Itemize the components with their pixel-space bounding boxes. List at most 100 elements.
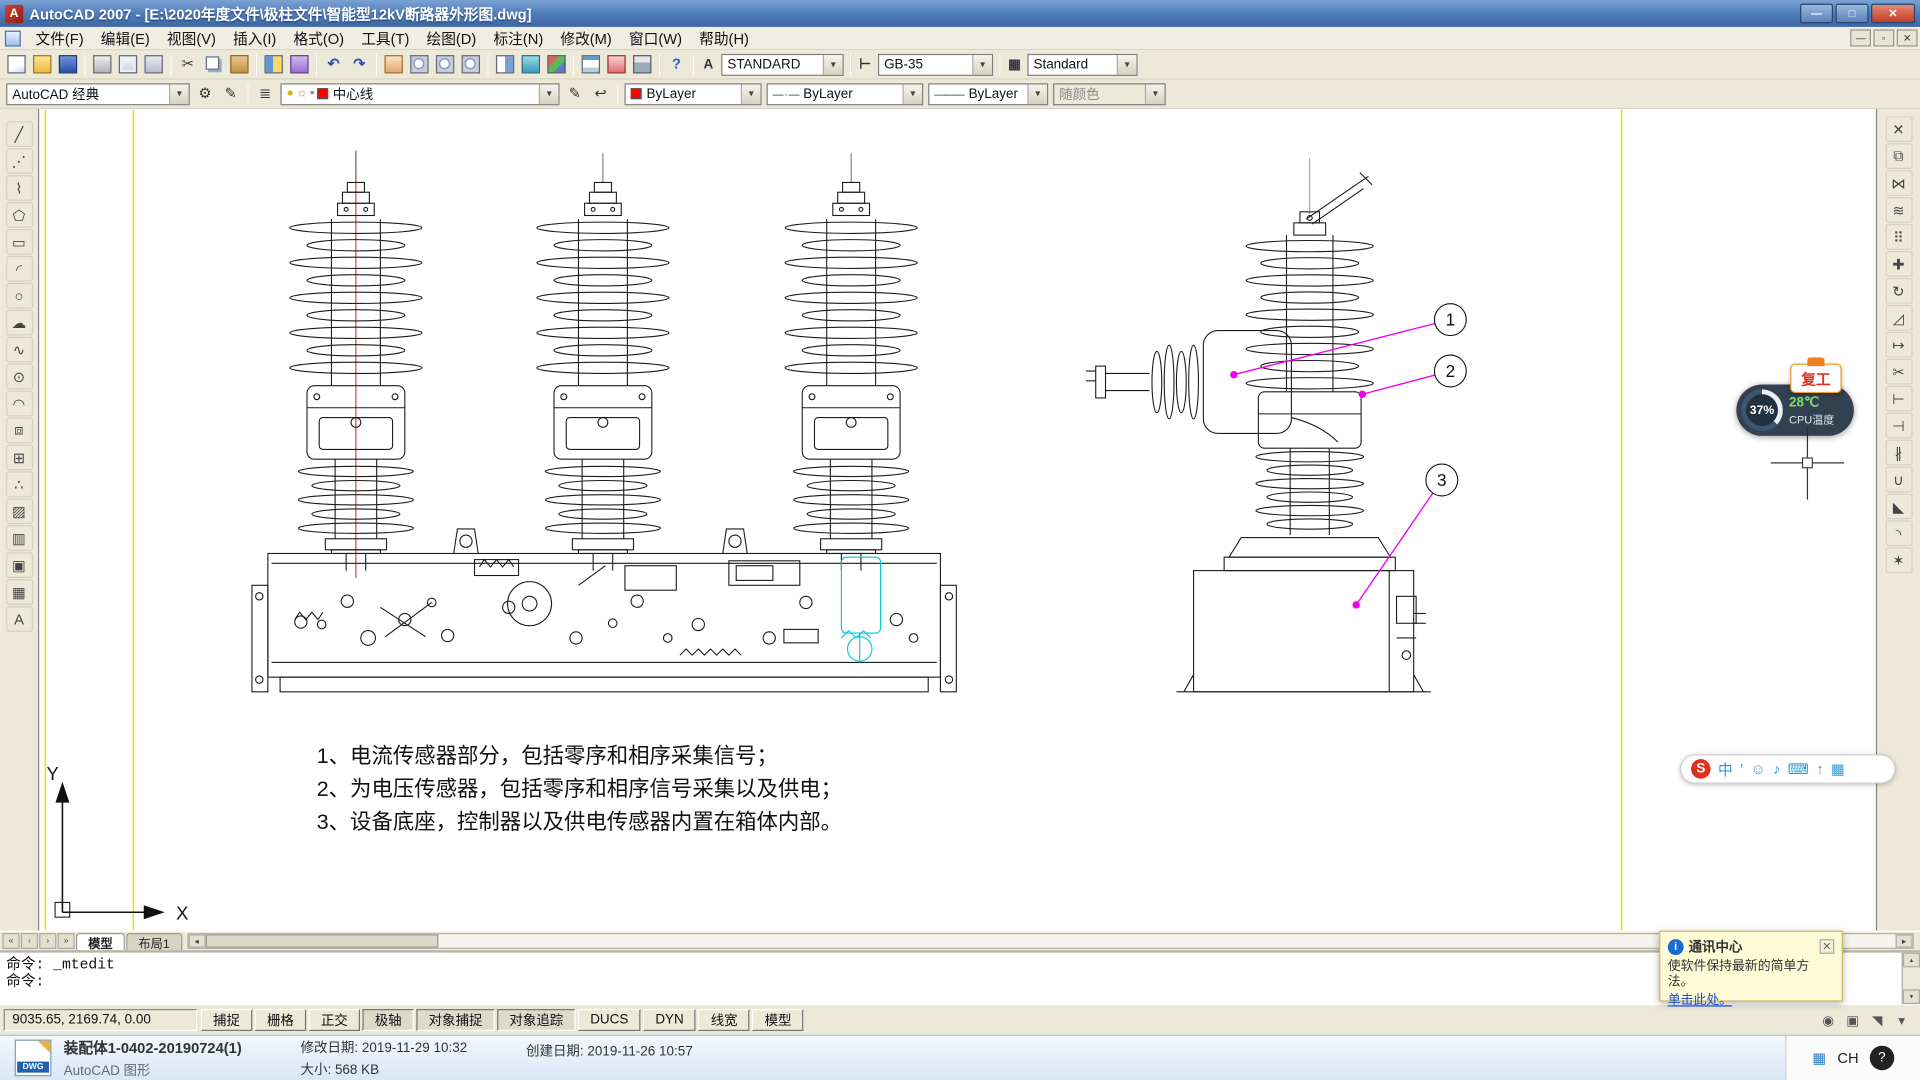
insert-block-tool[interactable]: ⧈ bbox=[6, 418, 33, 444]
mdi-minimize-button[interactable]: — bbox=[1850, 29, 1871, 46]
scroll-up-icon[interactable]: ▴ bbox=[1903, 953, 1920, 968]
explode-tool[interactable]: ✶ bbox=[1885, 547, 1912, 573]
hatch-tool[interactable]: ▨ bbox=[6, 498, 33, 524]
menu-item-5[interactable]: 格式(O) bbox=[285, 25, 353, 51]
ellipse-tool[interactable]: ⊙ bbox=[6, 364, 33, 390]
save-button[interactable] bbox=[55, 51, 81, 77]
scrollbar-thumb[interactable] bbox=[205, 934, 438, 947]
table-style-combo[interactable]: Standard bbox=[1027, 53, 1137, 75]
fugong-badge[interactable]: 复工 bbox=[1790, 364, 1841, 393]
undo-button[interactable]: ↶ bbox=[321, 51, 347, 77]
layer-properties-button[interactable]: ≣ bbox=[252, 81, 278, 107]
menu-item-11[interactable]: 帮助(H) bbox=[691, 25, 758, 51]
sogou-logo-icon[interactable]: S bbox=[1691, 759, 1711, 779]
status-toggle-7[interactable]: DUCS bbox=[578, 1009, 641, 1031]
command-line-2[interactable]: 命令: bbox=[6, 973, 1914, 990]
scale-tool[interactable]: ◿ bbox=[1885, 305, 1912, 331]
workspace-save-button[interactable]: ✎ bbox=[218, 81, 244, 107]
layer-previous-button[interactable]: ↩ bbox=[588, 81, 614, 107]
status-toggle-5[interactable]: 对象捕捉 bbox=[416, 1009, 494, 1031]
break-at-point-tool[interactable]: ⊣ bbox=[1885, 413, 1912, 439]
menu-item-3[interactable]: 视图(V) bbox=[158, 25, 224, 51]
copy-tool[interactable]: ⧉ bbox=[1885, 143, 1912, 169]
comm-close-button[interactable]: ✕ bbox=[1820, 939, 1835, 954]
stretch-tool[interactable]: ↦ bbox=[1885, 332, 1912, 358]
linetype-combo[interactable]: — · — ByLayer bbox=[767, 83, 924, 105]
color-combo[interactable]: ByLayer bbox=[624, 83, 761, 105]
properties-button[interactable] bbox=[492, 51, 518, 77]
status-toggle-1[interactable]: 捕捉 bbox=[201, 1009, 252, 1031]
circle-tool[interactable]: ○ bbox=[6, 283, 33, 309]
scroll-right-icon[interactable]: ▸ bbox=[1896, 934, 1913, 947]
rectangle-tool[interactable]: ▭ bbox=[6, 229, 33, 255]
make-block-tool[interactable]: ⊞ bbox=[6, 444, 33, 470]
dim-style-combo[interactable]: GB-35 bbox=[878, 53, 993, 75]
sheetset-manager-button[interactable] bbox=[578, 51, 604, 77]
ime-skin-icon[interactable]: ↑ bbox=[1816, 760, 1823, 777]
ime-voice-icon[interactable]: ♪ bbox=[1773, 760, 1780, 777]
menu-item-4[interactable]: 插入(I) bbox=[224, 25, 284, 51]
polyline-tool[interactable]: ⌇ bbox=[6, 175, 33, 201]
redo-button[interactable]: ↷ bbox=[347, 51, 373, 77]
scroll-down-icon[interactable]: ▾ bbox=[1903, 989, 1920, 1004]
copy-button[interactable] bbox=[201, 51, 227, 77]
trim-tool[interactable]: ✂ bbox=[1885, 359, 1912, 385]
fillet-tool[interactable]: ◝ bbox=[1885, 520, 1912, 546]
spline-tool[interactable]: ∿ bbox=[6, 337, 33, 363]
help-button[interactable]: ? bbox=[664, 51, 690, 77]
comm-center-link[interactable]: 单击此处。 bbox=[1668, 993, 1732, 1008]
block-editor-button[interactable] bbox=[287, 51, 313, 77]
status-toggle-10[interactable]: 模型 bbox=[752, 1009, 803, 1031]
tool-palettes-button[interactable] bbox=[544, 51, 570, 77]
close-button[interactable]: ✕ bbox=[1871, 4, 1915, 24]
menu-item-10[interactable]: 窗口(W) bbox=[620, 25, 690, 51]
zoom-previous-button[interactable] bbox=[458, 51, 484, 77]
break-tool[interactable]: ∦ bbox=[1885, 440, 1912, 466]
menu-item-2[interactable]: 编辑(E) bbox=[92, 25, 158, 51]
markup-button[interactable] bbox=[604, 51, 630, 77]
plot-button[interactable] bbox=[89, 51, 115, 77]
tab-last-button[interactable]: » bbox=[58, 933, 75, 949]
menu-item-7[interactable]: 绘图(D) bbox=[418, 25, 485, 51]
erase-tool[interactable]: ✕ bbox=[1885, 116, 1912, 142]
array-tool[interactable]: ⠿ bbox=[1885, 224, 1912, 250]
ime-toolbar[interactable]: S 中’☺♪⌨↑▦ bbox=[1680, 754, 1896, 783]
language-indicator[interactable]: CH bbox=[1837, 1049, 1858, 1066]
clean-screen-icon[interactable]: ◥ bbox=[1867, 1012, 1887, 1028]
tray-help-icon[interactable]: ? bbox=[1870, 1046, 1894, 1070]
status-toggle-3[interactable]: 正交 bbox=[309, 1009, 360, 1031]
mdi-close-button[interactable]: ✕ bbox=[1897, 29, 1918, 46]
point-tool[interactable]: ∴ bbox=[6, 471, 33, 497]
status-menu-icon[interactable]: ▾ bbox=[1892, 1012, 1912, 1028]
quickcalc-button[interactable] bbox=[629, 51, 655, 77]
zoom-window-button[interactable] bbox=[432, 51, 458, 77]
ime-toolbox-icon[interactable]: ▦ bbox=[1831, 760, 1845, 777]
chamfer-tool[interactable]: ◣ bbox=[1885, 493, 1912, 519]
join-tool[interactable]: ∪ bbox=[1885, 467, 1912, 493]
tab-prev-button[interactable]: ‹ bbox=[21, 933, 38, 949]
match-properties-button[interactable] bbox=[261, 51, 287, 77]
ime-punctuation-icon[interactable]: ’ bbox=[1740, 760, 1743, 777]
lineweight-combo[interactable]: ——— ByLayer bbox=[928, 83, 1048, 105]
new-button[interactable] bbox=[4, 51, 30, 77]
toolbar-lock-icon[interactable]: ▣ bbox=[1843, 1012, 1863, 1028]
menu-item-8[interactable]: 标注(N) bbox=[485, 25, 552, 51]
workspace-settings-button[interactable]: ⚙ bbox=[192, 81, 218, 107]
ellipse-arc-tool[interactable]: ◠ bbox=[6, 391, 33, 417]
coordinate-display[interactable]: 9035.65, 2169.74, 0.00 bbox=[4, 1009, 197, 1031]
construction-line-tool[interactable]: ⋰ bbox=[6, 148, 33, 174]
open-button[interactable] bbox=[29, 51, 55, 77]
status-toggle-2[interactable]: 栅格 bbox=[255, 1009, 306, 1031]
mtext-tool[interactable]: A bbox=[6, 606, 33, 632]
ime-emoji-icon[interactable]: ☺ bbox=[1751, 760, 1766, 777]
workspace-combo[interactable]: AutoCAD 经典 bbox=[6, 83, 190, 105]
move-tool[interactable]: ✚ bbox=[1885, 251, 1912, 277]
text-style-combo[interactable]: STANDARD bbox=[721, 53, 843, 75]
tab-layout1[interactable]: 布局1 bbox=[126, 932, 182, 949]
command-line-1[interactable]: 命令: _mtedit bbox=[6, 956, 1914, 973]
offset-tool[interactable]: ≋ bbox=[1885, 197, 1912, 223]
gradient-tool[interactable]: ▥ bbox=[6, 525, 33, 551]
menu-item-6[interactable]: 工具(T) bbox=[353, 25, 418, 51]
plot-preview-button[interactable] bbox=[115, 51, 141, 77]
polygon-tool[interactable]: ⬠ bbox=[6, 202, 33, 228]
